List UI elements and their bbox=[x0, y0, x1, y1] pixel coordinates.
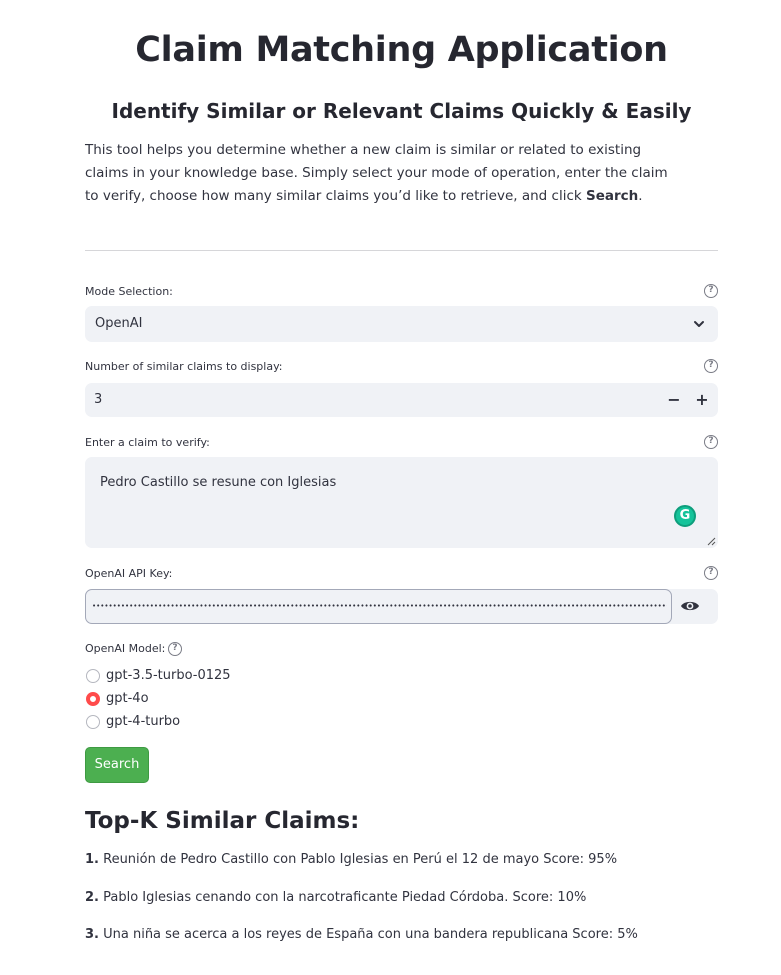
num-claims-value: 3 bbox=[94, 392, 103, 407]
radio-label: gpt-3.5-turbo-0125 bbox=[106, 668, 231, 683]
intro-search-bold: Search bbox=[586, 188, 639, 204]
intro-text: This tool helps you determine whether a … bbox=[85, 142, 668, 204]
mode-select[interactable]: OpenAI bbox=[85, 306, 718, 342]
api-key-field: ••••••••••••••••••••••••••••••••••••••••… bbox=[85, 589, 718, 624]
result-item: 1. Reunión de Pedro Castillo con Pablo I… bbox=[85, 851, 617, 869]
result-number: 2. bbox=[85, 890, 99, 905]
api-key-input[interactable]: ••••••••••••••••••••••••••••••••••••••••… bbox=[85, 589, 672, 624]
result-number: 3. bbox=[85, 927, 99, 942]
mode-selection-label: Mode Selection: bbox=[85, 285, 173, 298]
divider bbox=[85, 250, 718, 251]
result-item: 2. Pablo Iglesias cenando con la narcotr… bbox=[85, 889, 586, 907]
claim-text: Pedro Castillo se resune con Iglesias bbox=[100, 475, 337, 490]
api-key-label: OpenAI API Key: bbox=[85, 567, 173, 580]
mode-select-value: OpenAI bbox=[95, 316, 143, 331]
api-key-help-icon[interactable]: ? bbox=[704, 566, 718, 580]
search-button[interactable]: Search bbox=[85, 747, 149, 783]
decrement-button[interactable]: − bbox=[663, 388, 685, 412]
resize-handle-icon[interactable] bbox=[707, 537, 716, 546]
eye-icon[interactable] bbox=[679, 598, 701, 614]
model-label: OpenAI Model: bbox=[85, 642, 166, 655]
radio-circle-selected[interactable] bbox=[86, 692, 100, 706]
num-claims-label: Number of similar claims to display: bbox=[85, 360, 283, 373]
result-item: 3. Una niña se acerca a los reyes de Esp… bbox=[85, 926, 638, 944]
num-claims-help-icon[interactable]: ? bbox=[704, 359, 718, 373]
grammarly-icon[interactable]: G bbox=[674, 505, 696, 527]
radio-label: gpt-4o bbox=[106, 691, 149, 706]
results-heading: Top-K Similar Claims: bbox=[85, 808, 360, 834]
claim-help-icon[interactable]: ? bbox=[704, 435, 718, 449]
result-text: Pablo Iglesias cenando con la narcotrafi… bbox=[98, 890, 587, 905]
model-help-icon[interactable]: ? bbox=[168, 642, 182, 656]
num-claims-input[interactable]: 3 − + bbox=[85, 383, 718, 417]
result-number: 1. bbox=[85, 852, 99, 867]
intro-end: . bbox=[638, 188, 643, 204]
result-text: Reunión de Pedro Castillo con Pablo Igle… bbox=[98, 852, 618, 867]
result-text: Una niña se acerca a los reyes de España… bbox=[98, 927, 638, 942]
chevron-down-icon bbox=[694, 321, 704, 327]
page-title: Claim Matching Application bbox=[135, 30, 668, 70]
page-subtitle: Identify Similar or Relevant Claims Quic… bbox=[111, 99, 692, 123]
api-key-masked: ••••••••••••••••••••••••••••••••••••••••… bbox=[92, 602, 667, 610]
radio-circle[interactable] bbox=[86, 715, 100, 729]
claim-textarea[interactable]: Pedro Castillo se resune con Iglesias G bbox=[85, 457, 718, 548]
increment-button[interactable]: + bbox=[691, 388, 713, 412]
radio-circle[interactable] bbox=[86, 669, 100, 683]
radio-label: gpt-4-turbo bbox=[106, 714, 181, 729]
claim-label: Enter a claim to verify: bbox=[85, 436, 210, 449]
intro-paragraph: This tool helps you determine whether a … bbox=[85, 139, 685, 208]
mode-help-icon[interactable]: ? bbox=[704, 284, 718, 298]
